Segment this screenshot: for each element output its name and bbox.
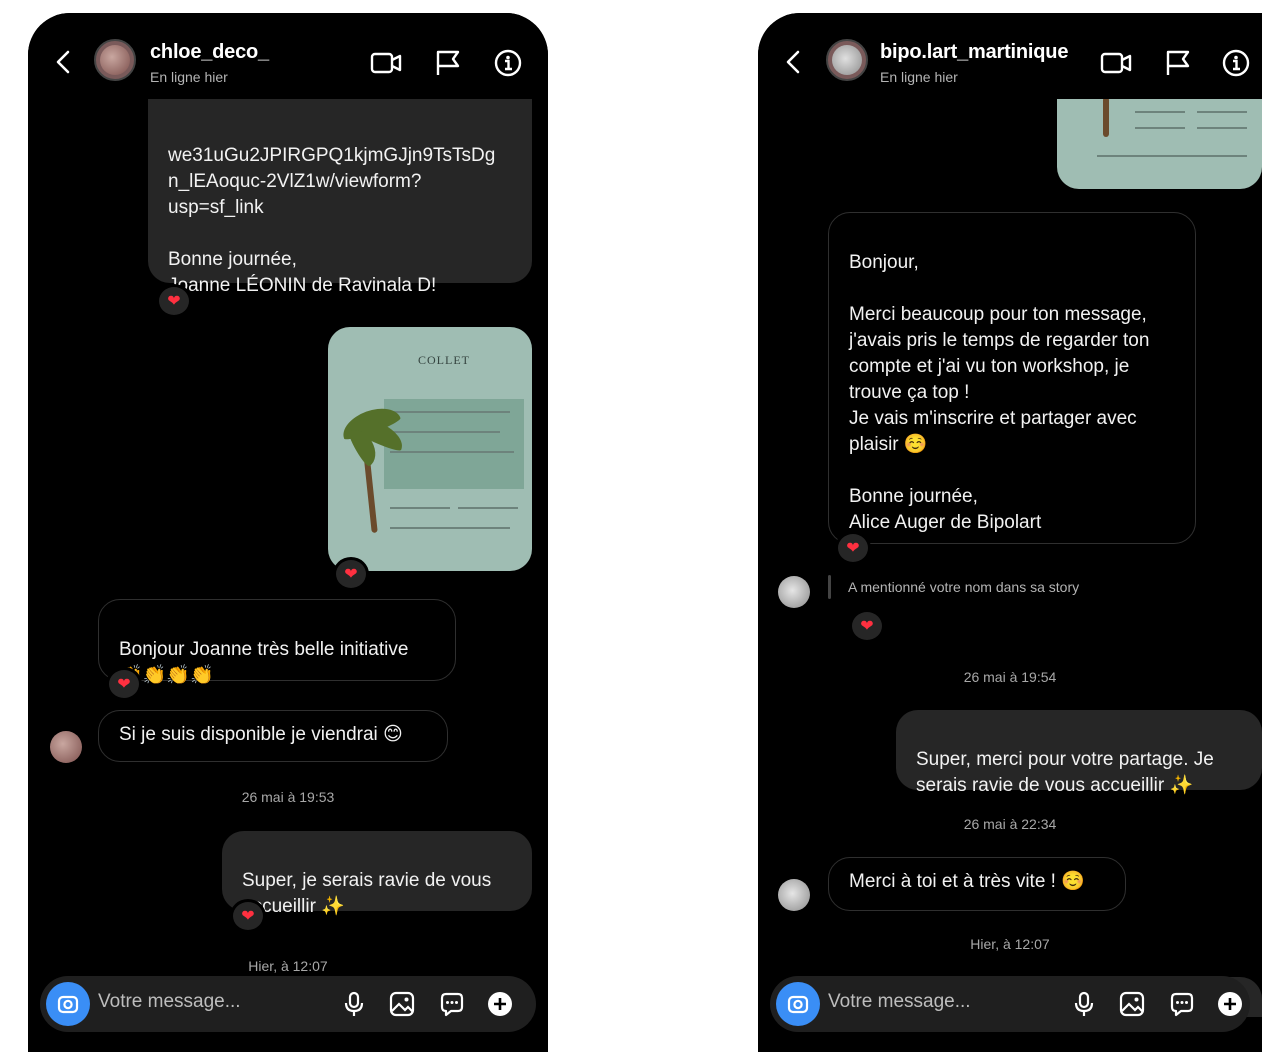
username[interactable]: chloe_deco_ (150, 41, 269, 64)
message-text: Bonjour Joanne très belle initiative 👏👏👏… (119, 639, 409, 686)
microphone-icon[interactable] (1070, 990, 1098, 1018)
conversation-screen-bipo: bipo.lart_martinique En ligne hier Bonjo… (758, 13, 1262, 1052)
heart-icon[interactable]: ❤ (835, 531, 871, 565)
sticker-icon[interactable] (1168, 990, 1196, 1018)
image-icon[interactable] (1118, 990, 1146, 1018)
conversation-screen-chloe: chloe_deco_ En ligne hier we31uGu2JPIRGP… (28, 13, 548, 1052)
timestamp: 26 mai à 19:53 (241, 789, 335, 805)
shared-poster-image[interactable]: COLLET (328, 327, 532, 571)
image-icon[interactable] (388, 990, 416, 1018)
message-composer[interactable]: Votre message... (770, 976, 1250, 1032)
message-text: Si je suis disponible je viendrai 😊 (119, 724, 403, 745)
message-bubble-received[interactable]: Bonjour Joanne très belle initiative 👏👏👏… (98, 599, 456, 686)
story-mention[interactable]: A mentionné votre nom dans sa story (848, 579, 1079, 595)
avatar[interactable] (94, 39, 136, 81)
info-icon[interactable] (492, 49, 524, 77)
sticker-icon[interactable] (438, 990, 466, 1018)
message-bubble-sent[interactable]: Super, merci pour votre partage. Je sera… (896, 710, 1262, 796)
microphone-icon[interactable] (340, 990, 368, 1018)
timestamp: Hier, à 12:07 (248, 958, 328, 974)
message-bubble-received[interactable]: Merci à toi et à très vite ! ☺️ (828, 857, 1126, 911)
flag-icon[interactable] (432, 49, 464, 77)
heart-icon[interactable]: ❤ (106, 667, 142, 701)
online-status: En ligne hier (880, 69, 958, 85)
form-link[interactable]: we31uGu2JPIRGPQ1kjmGJjn9TsTsDg n_lEAoquc… (168, 145, 495, 218)
heart-icon[interactable]: ❤ (333, 557, 369, 591)
message-list[interactable]: we31uGu2JPIRGPQ1kjmGJjn9TsTsDg n_lEAoquc… (28, 69, 548, 974)
timestamp: 26 mai à 22:34 (963, 816, 1057, 832)
chat-header: chloe_deco_ En ligne hier (28, 13, 548, 99)
chevron-left-icon[interactable] (52, 49, 74, 75)
timestamp: 26 mai à 19:54 (963, 669, 1057, 685)
sender-avatar[interactable] (778, 879, 810, 911)
message-text: Bonjour, Merci beaucoup pour ton message… (849, 252, 1150, 533)
sender-avatar[interactable] (50, 731, 82, 763)
flag-icon[interactable] (1162, 49, 1194, 77)
heart-icon[interactable]: ❤ (156, 284, 192, 318)
chevron-left-icon[interactable] (782, 49, 804, 75)
message-text: Bonne journée, Joanne LÉONIN de Ravinala… (168, 249, 437, 296)
poster-title: COLLET (418, 353, 470, 367)
heart-icon[interactable]: ❤ (849, 609, 885, 643)
message-list[interactable]: Bonjour, Merci beaucoup pour ton message… (758, 69, 1262, 1017)
timestamp: Hier, à 12:07 (970, 936, 1050, 952)
message-bubble-received[interactable]: Bonjour, Merci beaucoup pour ton message… (828, 212, 1196, 544)
message-composer[interactable]: Votre message... (40, 976, 536, 1032)
message-text: Super, merci pour votre partage. Je sera… (916, 749, 1214, 796)
chat-header: bipo.lart_martinique En ligne hier (758, 13, 1262, 99)
avatar[interactable] (826, 39, 868, 81)
video-camera-icon[interactable] (370, 49, 402, 77)
info-icon[interactable] (1220, 49, 1252, 77)
username[interactable]: bipo.lart_martinique (880, 41, 1068, 64)
online-status: En ligne hier (150, 69, 228, 85)
plus-icon[interactable] (1216, 990, 1244, 1018)
message-input[interactable]: Votre message... (828, 991, 971, 1013)
video-camera-icon[interactable] (1100, 49, 1132, 77)
message-text: Merci à toi et à très vite ! ☺️ (849, 871, 1085, 892)
plus-icon[interactable] (486, 990, 514, 1018)
message-text: Super, je serais ravie de vous accueilli… (242, 870, 492, 917)
heart-icon[interactable]: ❤ (230, 899, 266, 933)
sender-avatar[interactable] (778, 576, 810, 608)
camera-icon[interactable] (46, 982, 90, 1026)
camera-icon[interactable] (776, 982, 820, 1026)
message-bubble-received[interactable]: Si je suis disponible je viendrai 😊 (98, 710, 448, 762)
message-input[interactable]: Votre message... (98, 991, 241, 1013)
message-bubble-sent[interactable]: Super, je serais ravie de vous accueilli… (222, 831, 532, 917)
message-bubble-link[interactable]: we31uGu2JPIRGPQ1kjmGJjn9TsTsDg n_lEAoquc… (148, 69, 532, 296)
